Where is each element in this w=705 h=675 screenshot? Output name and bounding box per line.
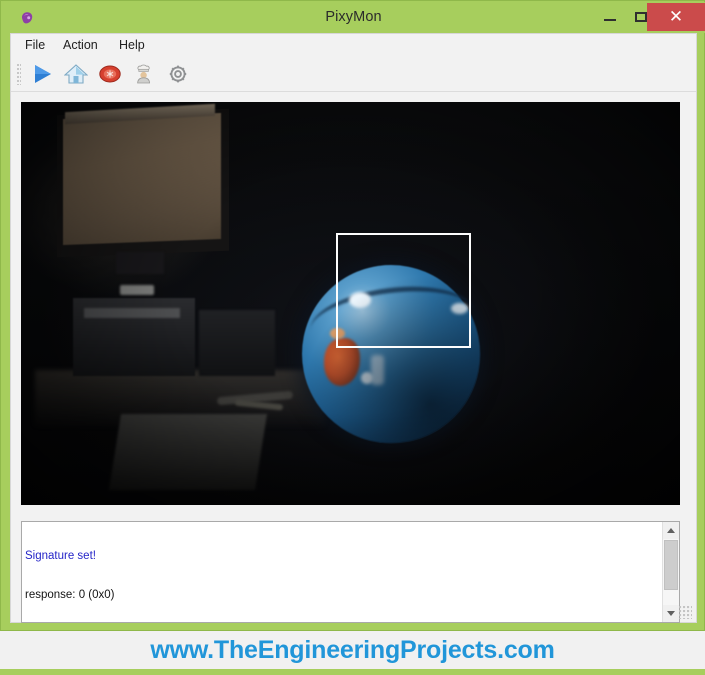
minimize-icon (604, 19, 616, 21)
console-output[interactable]: Signature set! response: 0 (0x0) > runpr… (21, 521, 680, 623)
home-icon (64, 63, 88, 85)
scroll-up-button[interactable] (663, 522, 679, 539)
application-window: PixyMon ✕ File Action Help (0, 0, 705, 631)
menu-item-file[interactable]: File (17, 34, 53, 57)
user-selected-region[interactable] (336, 233, 471, 348)
console-line: response: 0 (0x0) (25, 589, 659, 602)
home-button[interactable] (61, 60, 91, 88)
equipment-highlight (120, 285, 154, 295)
raw-video-button[interactable] (95, 60, 125, 88)
menu-bar: File Action Help (11, 34, 696, 58)
play-icon (30, 63, 54, 85)
monitor-screen (63, 113, 221, 245)
watermark-text: www.TheEngineeringProjects.com (0, 631, 705, 669)
scrollbar-thumb[interactable] (664, 540, 678, 590)
scroll-up-icon (667, 528, 675, 533)
resize-grip[interactable] (679, 606, 692, 619)
paper-sheet (109, 414, 267, 490)
maximize-icon (635, 12, 647, 22)
menu-item-action[interactable]: Action (55, 34, 106, 57)
desk-equipment-second (199, 310, 275, 376)
toolbar-drag-handle[interactable] (17, 64, 21, 85)
menu-item-help[interactable]: Help (111, 34, 153, 57)
console-scrollbar[interactable] (662, 522, 679, 622)
configure-button[interactable] (163, 60, 193, 88)
scroll-down-button[interactable] (663, 605, 679, 622)
client-area: File Action Help (10, 33, 697, 623)
toolbar (11, 57, 696, 92)
title-bar[interactable]: PixyMon ✕ (2, 2, 705, 33)
raw-video-icon (98, 63, 122, 85)
scroll-down-icon (667, 611, 675, 616)
close-button[interactable]: ✕ (647, 3, 705, 31)
equipment-front-panel (84, 308, 180, 318)
bottom-frame-edge (0, 669, 705, 675)
cooked-video-button[interactable] (129, 60, 159, 88)
chef-icon (132, 63, 156, 85)
monitor-stand (116, 252, 164, 274)
camera-video-frame[interactable] (21, 102, 680, 505)
gear-icon (166, 63, 190, 85)
console-line: Signature set! (25, 550, 659, 563)
close-icon: ✕ (647, 3, 705, 31)
play-button[interactable] (27, 60, 57, 88)
watermark-band: www.TheEngineeringProjects.com (0, 631, 705, 669)
console-text: Signature set! response: 0 (0x0) > runpr… (25, 523, 659, 623)
